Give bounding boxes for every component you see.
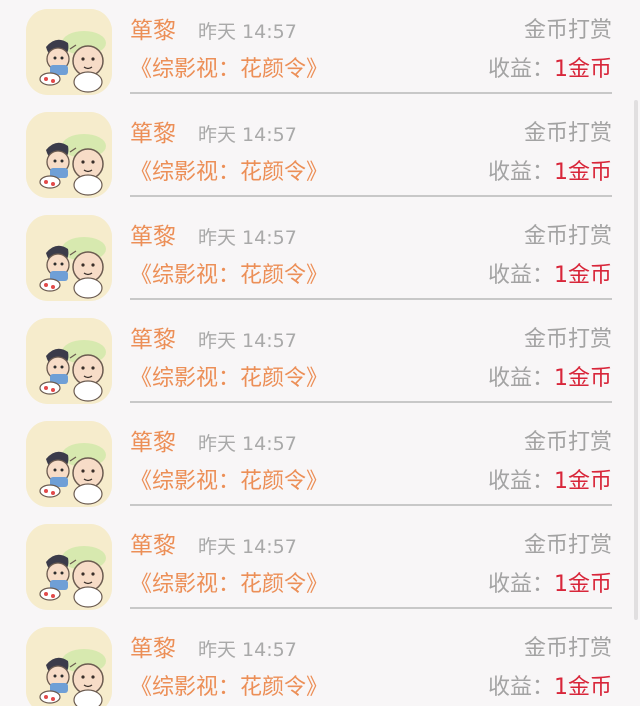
book-title-link[interactable]: 《综影视：花颜令》 xyxy=(130,158,328,188)
timestamp: 昨天 14:57 xyxy=(198,330,297,352)
earnings-value: 1金币 xyxy=(554,366,612,391)
earnings-value: 1金币 xyxy=(554,160,612,185)
earnings-label: 收益： xyxy=(487,263,554,288)
avatar[interactable] xyxy=(26,112,112,198)
earnings-value: 1金币 xyxy=(554,572,612,597)
list-item[interactable]: 箪黎 昨天 14:57 金币打赏 《综影视：花颜令》 收益：1金币 xyxy=(0,412,640,515)
cartoon-kids-avatar-icon xyxy=(26,215,112,301)
user-name[interactable]: 箪黎 xyxy=(130,634,176,664)
list-item[interactable]: 箪黎 昨天 14:57 金币打赏 《综影视：花颜令》 收益：1金币 xyxy=(0,618,640,706)
earnings: 收益：1金币 xyxy=(488,673,612,703)
cartoon-kids-avatar-icon xyxy=(26,627,112,706)
scrollbar[interactable] xyxy=(634,100,638,620)
reward-type: 金币打赏 xyxy=(523,224,612,249)
user-name[interactable]: 箪黎 xyxy=(130,428,176,458)
reward-type: 金币打赏 xyxy=(523,533,612,558)
timestamp: 昨天 14:57 xyxy=(198,227,297,249)
book-title-link[interactable]: 《综影视：花颜令》 xyxy=(130,364,328,394)
timestamp: 昨天 14:57 xyxy=(198,433,297,455)
earnings: 收益：1金币 xyxy=(488,467,612,497)
divider xyxy=(130,92,612,94)
user-name[interactable]: 箪黎 xyxy=(130,531,176,561)
avatar[interactable] xyxy=(26,215,112,301)
list-item[interactable]: 箪黎 昨天 14:57 金币打赏 《综影视：花颜令》 收益：1金币 xyxy=(0,309,640,412)
earnings-label: 收益： xyxy=(487,469,554,494)
avatar[interactable] xyxy=(26,524,112,610)
earnings-label: 收益： xyxy=(487,57,554,82)
earnings-value: 1金币 xyxy=(554,675,612,700)
book-title-link[interactable]: 《综影视：花颜令》 xyxy=(130,467,328,497)
user-name[interactable]: 箪黎 xyxy=(130,325,176,355)
cartoon-kids-avatar-icon xyxy=(26,112,112,198)
user-name[interactable]: 箪黎 xyxy=(130,119,176,149)
timestamp: 昨天 14:57 xyxy=(198,21,297,43)
user-name[interactable]: 箪黎 xyxy=(130,16,176,46)
earnings: 收益：1金币 xyxy=(488,55,612,85)
reward-type: 金币打赏 xyxy=(523,18,612,43)
list-item[interactable]: 箪黎 昨天 14:57 金币打赏 《综影视：花颜令》 收益：1金币 xyxy=(0,206,640,309)
user-name[interactable]: 箪黎 xyxy=(130,222,176,252)
avatar[interactable] xyxy=(26,627,112,706)
divider xyxy=(130,401,612,403)
timestamp: 昨天 14:57 xyxy=(198,124,297,146)
earnings-value: 1金币 xyxy=(554,57,612,82)
reward-type: 金币打赏 xyxy=(523,121,612,146)
avatar[interactable] xyxy=(26,318,112,404)
divider xyxy=(130,195,612,197)
earnings-value: 1金币 xyxy=(554,263,612,288)
cartoon-kids-avatar-icon xyxy=(26,524,112,610)
earnings-label: 收益： xyxy=(487,366,554,391)
cartoon-kids-avatar-icon xyxy=(26,421,112,507)
book-title-link[interactable]: 《综影视：花颜令》 xyxy=(130,55,328,85)
cartoon-kids-avatar-icon xyxy=(26,318,112,404)
timestamp: 昨天 14:57 xyxy=(198,639,297,661)
book-title-link[interactable]: 《综影视：花颜令》 xyxy=(130,673,328,703)
divider xyxy=(130,504,612,506)
cartoon-kids-avatar-icon xyxy=(26,9,112,95)
divider xyxy=(130,607,612,609)
earnings-value: 1金币 xyxy=(554,469,612,494)
list-item[interactable]: 箪黎 昨天 14:57 金币打赏 《综影视：花颜令》 收益：1金币 xyxy=(0,515,640,618)
avatar[interactable] xyxy=(26,9,112,95)
reward-type: 金币打赏 xyxy=(523,327,612,352)
earnings: 收益：1金币 xyxy=(488,261,612,291)
earnings-label: 收益： xyxy=(487,675,554,700)
timestamp: 昨天 14:57 xyxy=(198,536,297,558)
divider xyxy=(130,298,612,300)
earnings: 收益：1金币 xyxy=(488,158,612,188)
list-item[interactable]: 箪黎 昨天 14:57 金币打赏 《综影视：花颜令》 收益：1金币 xyxy=(0,103,640,206)
reward-type: 金币打赏 xyxy=(523,430,612,455)
avatar[interactable] xyxy=(26,421,112,507)
reward-type: 金币打赏 xyxy=(523,636,612,661)
list-item[interactable]: 箪黎 昨天 14:57 金币打赏 《综影视：花颜令》 收益：1金币 xyxy=(0,0,640,103)
reward-record-list[interactable]: 箪黎 昨天 14:57 金币打赏 《综影视：花颜令》 收益：1金币 箪黎 昨天 … xyxy=(0,0,640,706)
earnings-label: 收益： xyxy=(487,572,554,597)
earnings-label: 收益： xyxy=(487,160,554,185)
book-title-link[interactable]: 《综影视：花颜令》 xyxy=(130,570,328,600)
earnings: 收益：1金币 xyxy=(488,364,612,394)
book-title-link[interactable]: 《综影视：花颜令》 xyxy=(130,261,328,291)
earnings: 收益：1金币 xyxy=(488,570,612,600)
